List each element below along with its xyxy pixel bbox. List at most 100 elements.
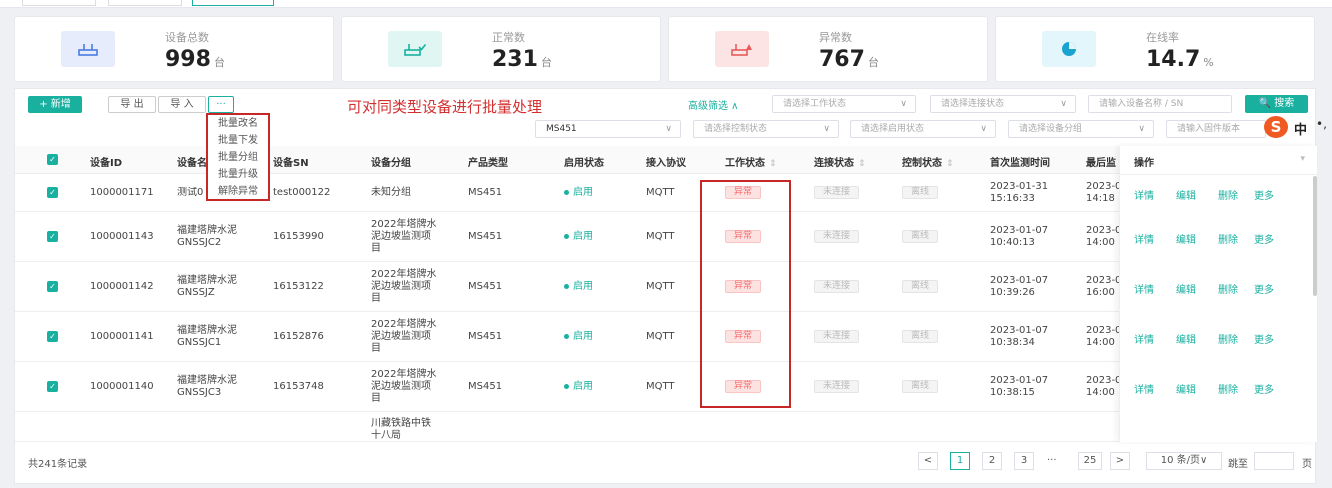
detail-link[interactable]: 详情 [1134, 281, 1154, 296]
col-first-monitor[interactable]: 首次监测时间 [990, 154, 1050, 169]
connect-status-badge: 未连接 [814, 380, 860, 393]
next-page-button[interactable]: > [1110, 452, 1130, 470]
product-select[interactable]: MS451 ∨ [535, 120, 681, 138]
tab-second[interactable] [108, 0, 182, 6]
cell-protocol: MQTT [646, 381, 675, 392]
control-status-select[interactable]: 请选择控制状态 ∨ [693, 120, 839, 138]
menu-item-batch-group[interactable]: 批量分组 [208, 150, 268, 166]
col-device-id[interactable]: 设备ID [90, 154, 122, 169]
advanced-filter-toggle[interactable]: 高级筛选 ∧ [688, 97, 739, 112]
import-button[interactable]: 导 入 [158, 96, 206, 113]
ime-toolbar[interactable]: S 中 •, [1264, 116, 1332, 140]
row-checkbox[interactable]: ✓ [47, 281, 58, 292]
row-checkbox[interactable]: ✓ [47, 381, 58, 392]
edit-link[interactable]: 编辑 [1176, 231, 1196, 246]
export-button[interactable]: 导 出 [108, 96, 156, 113]
cell-name: 福建塔牌水泥 GNSSJZ [177, 275, 237, 298]
cell-sn: 16153122 [273, 281, 324, 292]
chevron-down-icon: ∨ [1138, 124, 1145, 134]
detail-link[interactable]: 详情 [1134, 231, 1154, 246]
col-protocol[interactable]: 接入协议 [646, 154, 686, 169]
firmware-input[interactable]: 请输入固件版本 [1166, 120, 1266, 138]
more-link[interactable]: 更多 [1254, 281, 1274, 296]
menu-item-batch-rename[interactable]: 批量改名 [208, 116, 268, 132]
stat-value: 14.7% [1146, 47, 1214, 72]
more-link[interactable]: 更多 [1254, 187, 1274, 202]
page-size-select[interactable]: 10 条/页∨ [1146, 452, 1222, 470]
edit-link[interactable]: 编辑 [1176, 281, 1196, 296]
sort-icon[interactable]: ⇕ [769, 159, 777, 169]
cell-last-time: 2023-0 14:18 [1086, 181, 1122, 204]
col-product-type[interactable]: 产品类型 [468, 154, 508, 169]
delete-link[interactable]: 删除 [1218, 381, 1238, 396]
col-control-status[interactable]: 控制状态 ⇕ [902, 154, 954, 169]
row-checkbox[interactable]: ✓ [47, 331, 58, 342]
cell-product: MS451 [468, 231, 503, 242]
cell-first-time: 2023-01-07 10:38:34 [990, 325, 1049, 348]
cell-last-time: 2023-0 14:00 [1086, 325, 1122, 348]
page-1[interactable]: 1 [950, 452, 970, 470]
edit-link[interactable]: 编辑 [1176, 331, 1196, 346]
col-device-sn[interactable]: 设备SN [273, 154, 309, 169]
cell-enable: 启用 [564, 231, 593, 243]
enable-status-select[interactable]: 请选择启用状态 ∨ [850, 120, 996, 138]
jump-label: 跳至 [1228, 459, 1248, 470]
jump-input[interactable] [1254, 452, 1294, 470]
chevron-down-icon: ∨ [823, 124, 830, 134]
more-link[interactable]: 更多 [1254, 331, 1274, 346]
sort-icon[interactable]: ⇕ [946, 159, 954, 169]
more-button[interactable]: ··· [208, 96, 234, 113]
cell-enable: 启用 [564, 187, 593, 199]
delete-link[interactable]: 删除 [1218, 187, 1238, 202]
sort-icon[interactable]: ⇕ [858, 159, 866, 169]
page-25[interactable]: 25 [1078, 452, 1102, 470]
cell-enable: 启用 [564, 331, 593, 343]
connect-status-select[interactable]: 请选择连接状态 ∨ [930, 95, 1076, 113]
cell-id: 1000001140 [90, 381, 154, 392]
tab-device[interactable] [22, 0, 96, 6]
menu-item-clear-abnormal[interactable]: 解除异常 [208, 184, 268, 200]
table-scrollbar[interactable] [1313, 176, 1317, 296]
page-3[interactable]: 3 [1014, 452, 1034, 470]
tab-active[interactable] [192, 0, 274, 6]
cell-last-time: 2023-0 16:00 [1086, 275, 1122, 298]
more-link[interactable]: 更多 [1254, 231, 1274, 246]
detail-link[interactable]: 详情 [1134, 381, 1154, 396]
status-dot-icon [564, 333, 569, 339]
cell-last-time: 2023-0 14:00 [1086, 225, 1122, 248]
search-button[interactable]: 🔍 搜索 [1245, 95, 1308, 113]
delete-link[interactable]: 删除 [1218, 231, 1238, 246]
ime-mode[interactable]: 中 [1294, 119, 1307, 138]
col-work-status[interactable]: 工作状态 ⇕ [725, 154, 777, 169]
work-status-select[interactable]: 请选择工作状态 ∨ [772, 95, 916, 113]
page-2[interactable]: 2 [982, 452, 1002, 470]
menu-item-batch-upgrade[interactable]: 批量升级 [208, 167, 268, 183]
add-button[interactable]: + 新增 [28, 96, 82, 113]
cell-first-time: 2023-01-07 10:40:13 [990, 225, 1049, 248]
row-checkbox[interactable]: ✓ [47, 231, 58, 242]
control-status-badge: 离线 [902, 186, 939, 199]
delete-link[interactable]: 删除 [1218, 281, 1238, 296]
more-link[interactable]: 更多 [1254, 381, 1274, 396]
col-last-monitor[interactable]: 最后监 [1086, 154, 1116, 169]
name-sn-input[interactable]: 请输入设备名称 / SN [1088, 95, 1232, 113]
col-device-group[interactable]: 设备分组 [371, 154, 411, 169]
page-ellipsis[interactable]: ··· [1047, 455, 1057, 466]
col-device-name[interactable]: 设备名 [177, 154, 207, 169]
row-checkbox[interactable]: ✓ [47, 187, 58, 198]
filter-icon[interactable]: ▾ [1300, 154, 1305, 164]
edit-link[interactable]: 编辑 [1176, 381, 1196, 396]
prev-page-button[interactable]: < [918, 452, 938, 470]
delete-link[interactable]: 删除 [1218, 331, 1238, 346]
group-select[interactable]: 请选择设备分组 ∨ [1008, 120, 1154, 138]
col-enable-status[interactable]: 启用状态 [564, 154, 604, 169]
col-connect-status[interactable]: 连接状态 ⇕ [814, 154, 866, 169]
menu-item-batch-dispatch[interactable]: 批量下发 [208, 133, 268, 149]
select-all-checkbox[interactable]: ✓ [47, 154, 58, 165]
detail-link[interactable]: 详情 [1134, 331, 1154, 346]
detail-link[interactable]: 详情 [1134, 187, 1154, 202]
edit-link[interactable]: 编辑 [1176, 187, 1196, 202]
total-count: 共241条记录 [28, 459, 88, 470]
cell-name: 福建塔牌水泥 GNSSJC1 [177, 325, 237, 348]
ime-punct[interactable]: •, [1316, 117, 1327, 131]
